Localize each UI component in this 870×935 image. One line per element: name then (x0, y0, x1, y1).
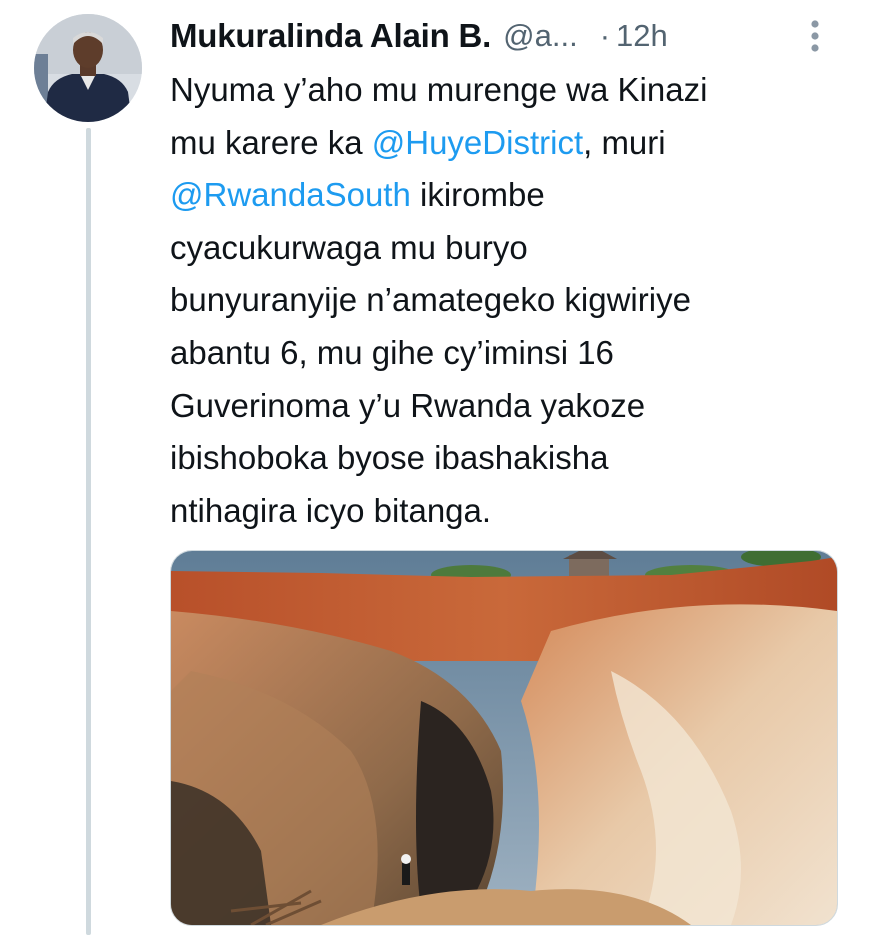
tweet-text-line: ntihagira icyo bitanga. (170, 485, 850, 538)
tweet-text-line: abantu 6, mu gihe cy’iminsi 16 (170, 327, 850, 380)
tweet-text-line: @RwandaSouth ikirombe (170, 169, 850, 222)
timestamp[interactable]: 12h (616, 18, 668, 54)
thread-connector-line (86, 128, 91, 935)
tweet-text-line: mu karere ka @HuyeDistrict, muri (170, 117, 850, 170)
tweet-text-segment: Guverinoma y’u Rwanda yakoze (170, 386, 646, 424)
tweet-text-segment: bunyuranyije n’amategeko kigwiriye (170, 281, 691, 319)
more-options-button[interactable] (800, 14, 830, 58)
tweet-text-line: Guverinoma y’u Rwanda yakoze (170, 380, 850, 433)
tweet-header: Mukuralinda Alain B. @a... · 12h (170, 6, 830, 66)
mention-link[interactable]: @RwandaSouth (170, 176, 411, 213)
tweet-text-line: ibishoboka byose ibashakisha (170, 432, 850, 485)
tweet-text-segment: ntihagira icyo bitanga. (170, 491, 492, 529)
separator-dot: · (599, 18, 611, 53)
tweet-text-segment: , muri (583, 123, 666, 161)
tweet-text-segment: Nyuma y’aho mu murenge wa Kinazi (170, 71, 708, 108)
tweet[interactable]: Mukuralinda Alain B. @a... · 12h Nyuma y… (0, 0, 870, 935)
tweet-text-segment: ikirombe (410, 176, 545, 214)
tweet-text-line: bunyuranyije n’amategeko kigwiriye (170, 274, 850, 327)
tweet-text-line: Nyuma y’aho mu murenge wa Kinazi (170, 64, 850, 117)
more-vertical-icon (811, 20, 819, 52)
tweet-media-photo[interactable] (170, 550, 838, 926)
tweet-text-segment: mu karere ka (170, 123, 372, 161)
mine-photo (171, 551, 837, 925)
tweet-text-segment: abantu 6, mu gihe cy’iminsi 16 (170, 333, 614, 371)
author-handle[interactable]: @a... (503, 18, 578, 54)
author-display-name[interactable]: Mukuralinda Alain B. (170, 17, 491, 55)
tweet-text-line: cyacukurwaga mu buryo (170, 222, 850, 275)
tweet-text-segment: ibishoboka byose ibashakisha (170, 439, 609, 477)
mention-link[interactable]: @HuyeDistrict (372, 124, 583, 161)
tweet-text: Nyuma y’aho mu murenge wa Kinazi mu karer… (170, 64, 850, 537)
avatar[interactable] (34, 14, 142, 122)
tweet-text-segment: cyacukurwaga mu buryo (170, 228, 528, 266)
avatar-photo (34, 14, 142, 122)
